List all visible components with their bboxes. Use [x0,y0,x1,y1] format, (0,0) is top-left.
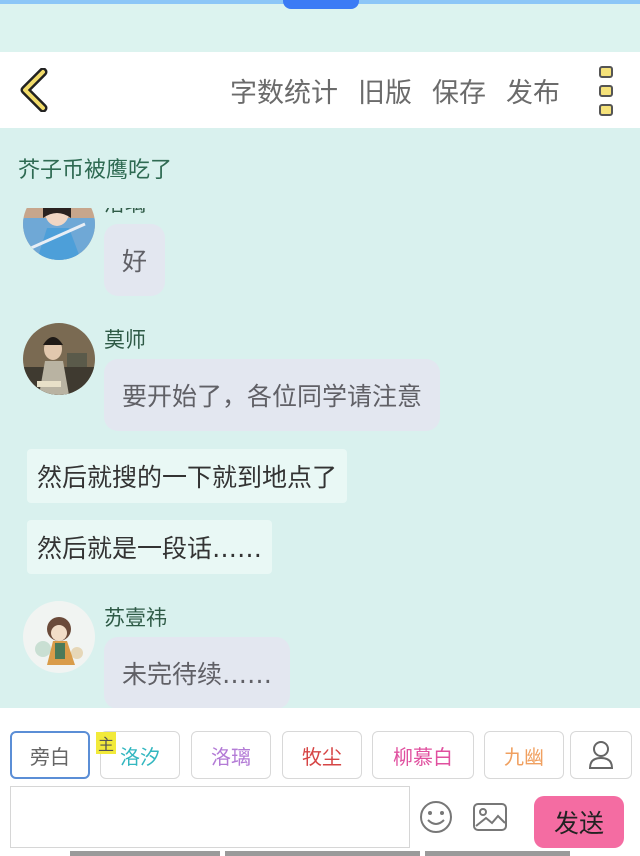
role-label: 洛璃 [211,744,251,769]
app-root: 字数统计 旧版 保存 发布 芥子币被鹰吃了 好 莫师 要开始了，各位同学请注意 … [0,0,640,856]
narration-bubble[interactable]: 然后就是一段话…… [27,520,273,574]
role-label: 洛汐 [120,744,160,769]
input-bar: 旁白 洛汐 主 洛璃 牧尘 柳慕白 九幽 发送 [0,708,640,856]
word-count-button[interactable]: 字数统计 [230,71,338,110]
more-icon-dot [599,66,613,78]
old-version-button[interactable]: 旧版 [358,71,412,110]
avatar-moshi[interactable] [23,323,95,395]
narration-text: 然后就搜的一下就到地点了 [37,463,338,492]
user-icon [588,741,614,769]
sender-name: 莫师 [104,328,146,352]
status-strip [0,0,640,52]
avatar-image [23,601,95,673]
message-input[interactable] [10,786,410,848]
role-label: 牧尘 [302,744,342,769]
sender-name: 苏壹祎 [104,606,167,630]
image-icon [473,803,507,831]
main-role-badge: 主 [96,732,116,754]
chevron-left-icon [20,68,48,112]
role-chip-jiuyou[interactable]: 九幽 [484,731,564,779]
sender-name: 洛璃 [104,208,146,218]
message-bubble[interactable]: 好 [104,224,166,296]
message-text: 好 [122,247,148,276]
emoji-button[interactable] [418,799,454,835]
back-button[interactable] [12,66,56,114]
avatar-image [23,323,95,395]
bottom-edge-lines [0,851,640,856]
role-label: 旁白 [30,744,70,769]
more-menu-button[interactable] [594,66,618,116]
more-icon-dot [599,85,613,97]
status-pill [283,0,359,9]
message-text: 未完待续…… [122,660,273,689]
role-label: 九幽 [504,744,544,769]
publish-button[interactable]: 发布 [506,71,560,110]
message-bubble[interactable]: 要开始了，各位同学请注意 [104,359,441,431]
image-button[interactable] [472,801,508,833]
message-text: 要开始了，各位同学请注意 [122,382,423,411]
chat-title: 芥子币被鹰吃了 [18,158,173,183]
chat-area: 芥子币被鹰吃了 洛璃 好 [0,128,640,708]
role-chip-luoli[interactable]: 洛璃 [191,731,271,779]
header-actions: 字数统计 旧版 保存 发布 [210,52,560,128]
smiley-icon [420,801,452,833]
more-icon-dot [599,104,613,116]
role-chip-liumubai[interactable]: 柳慕白 [372,731,474,779]
avatar-luoli[interactable] [23,208,95,260]
role-chip-narrator[interactable]: 旁白 [10,731,90,779]
header-toolbar: 字数统计 旧版 保存 发布 [0,52,640,128]
message-bubble[interactable]: 未完待续…… [104,637,291,708]
message-list[interactable]: 洛璃 好 莫师 要开始了，各位同学请注意 [0,208,640,708]
role-chip-muchen[interactable]: 牧尘 [282,731,362,779]
avatar-image [23,208,95,260]
avatar-suyiyi[interactable] [23,601,95,673]
role-label: 柳慕白 [393,744,453,769]
narration-bubble[interactable]: 然后就搜的一下就到地点了 [27,449,348,503]
add-role-button[interactable] [570,731,632,779]
narration-text: 然后就是一段话…… [37,534,263,563]
save-button[interactable]: 保存 [432,71,486,110]
send-button[interactable]: 发送 [534,796,624,848]
